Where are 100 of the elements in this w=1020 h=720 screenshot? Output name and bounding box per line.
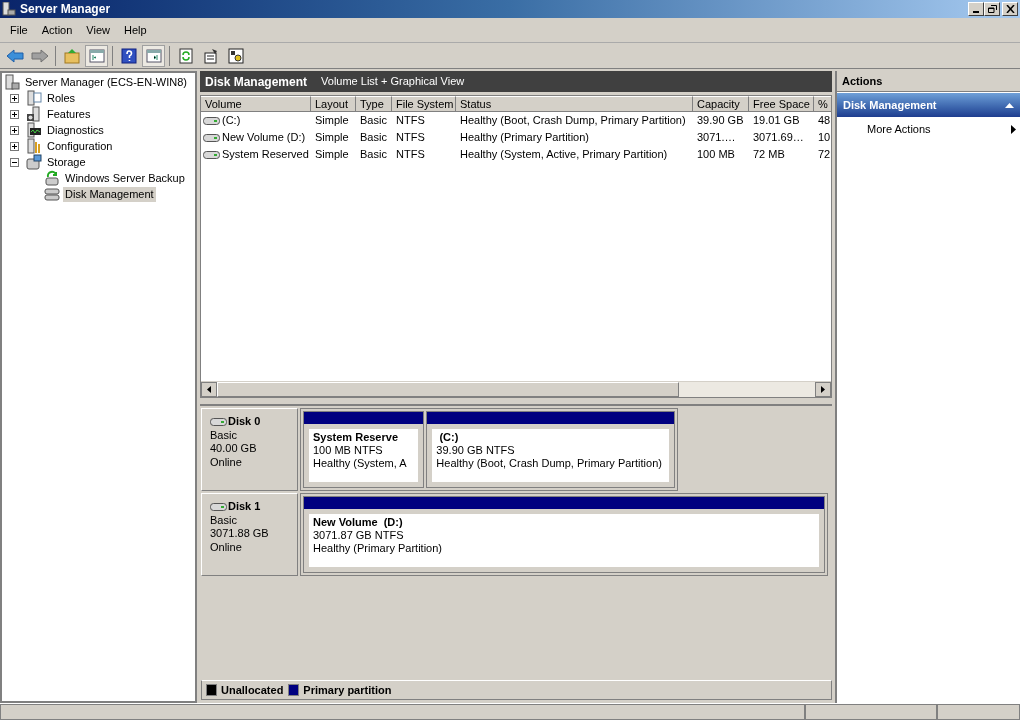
disk-size: 40.00 GB (210, 442, 258, 456)
menu-item[interactable]: Action (34, 21, 80, 39)
table-cell-text: System Reserved (222, 147, 309, 163)
drive-icon (203, 116, 220, 125)
close-button[interactable] (1002, 2, 1018, 16)
table-cell-text: NTFS (396, 130, 425, 146)
actions-title: Actions (837, 71, 1020, 92)
partition-name: System Reserve (313, 431, 399, 444)
close-icon (1005, 5, 1015, 13)
tree-item[interactable]: Windows Server Backup (63, 170, 187, 186)
disk-type: Basic (210, 428, 238, 442)
menu-item[interactable]: File (3, 21, 35, 39)
expand-icon[interactable] (10, 93, 19, 103)
table-cell-text: Healthy (Boot, Crash Dump, Primary Partition) (460, 113, 686, 129)
disk-drive-icon (44, 186, 60, 202)
legend-label: Primary partition (303, 682, 392, 698)
expand-icon[interactable] (10, 141, 19, 151)
column-header[interactable]: Type (356, 96, 392, 112)
window-title: Server Manager (20, 1, 111, 18)
table-cell-text: 3071.… (697, 130, 736, 146)
table-cell-text: 72 MB (753, 147, 785, 163)
app-icon (2, 2, 16, 16)
column-header[interactable]: Layout (311, 96, 356, 112)
menu-item[interactable]: View (79, 21, 117, 39)
pane-title: Disk Management (205, 73, 308, 91)
table-cell-text: 100 MB (697, 147, 735, 163)
column-header[interactable]: Status (456, 96, 693, 112)
restore-button[interactable] (984, 2, 1000, 16)
tree-item[interactable]: Features (45, 106, 93, 122)
show-tree-button[interactable] (85, 44, 108, 67)
partition-name: (C:) (438, 431, 460, 444)
table-cell-text: 10 (818, 130, 831, 146)
table-cell-text: Healthy (System, Active, Primary Partition) (460, 147, 668, 163)
table-cell-text: 48 (818, 113, 831, 129)
menu-item[interactable]: Help (116, 21, 154, 39)
tree-item[interactable]: Diagnostics (45, 122, 106, 138)
table-cell-text: Simple (315, 147, 349, 163)
table-cell-text: Basic (360, 113, 387, 129)
partition[interactable]: (C:) 39.90 GB NTFS Healthy (Boot, Crash Dump, Primary Partition) (426, 411, 675, 488)
server-icon (4, 74, 20, 90)
server-features-icon (26, 106, 42, 122)
table-cell-text: Simple (315, 130, 349, 146)
table-cell-text: Basic (360, 147, 387, 163)
actions-section-header[interactable]: Disk Management (837, 93, 1020, 117)
action-link[interactable]: More Actions (867, 120, 1011, 138)
disk-type: Basic (210, 513, 238, 527)
partition[interactable]: New Volume (D:) 3071.87 GB NTFS Healthy (Primary Partition) (303, 496, 825, 573)
backup-icon (44, 170, 60, 186)
storage-icon (26, 154, 42, 170)
legend-label: Unallocated (221, 682, 284, 698)
scroll-left-icon (207, 386, 211, 393)
partition-size: 100 MB NTFS (313, 444, 384, 457)
table-cell-text: NTFS (396, 147, 425, 163)
table-cell-text: New Volume (D:) (222, 130, 306, 146)
table-cell-text: NTFS (396, 113, 425, 129)
column-header[interactable]: File System (392, 96, 456, 112)
disk-name: Disk 0 (228, 415, 261, 429)
partition-status: Healthy (Boot, Crash Dump, Primary Partition) (436, 457, 663, 470)
tree-item[interactable]: Roles (45, 90, 78, 106)
table-cell-text: Basic (360, 130, 387, 146)
scroll-right-icon (821, 386, 825, 393)
partition[interactable]: System Reserve 100 MB NTFS Healthy (System, A (303, 411, 425, 488)
table-cell-text: 3071.69… (753, 130, 804, 146)
tree-item[interactable]: Server Manager (ECS-EN-WIN8) (23, 74, 189, 90)
table-cell-text: 39.90 GB (697, 113, 744, 129)
drive-icon (210, 502, 227, 511)
diagnostics-icon (26, 122, 42, 138)
drive-icon (203, 133, 220, 142)
configuration-icon (26, 138, 42, 154)
partition-status: Healthy (System, A (313, 457, 408, 470)
disk-status: Online (210, 455, 243, 469)
disk-info[interactable]: Disk 0 Basic 40.00 GB Online (201, 408, 298, 491)
partition-name: New Volume (D:) (313, 516, 404, 529)
server-roles-icon (26, 90, 42, 106)
tree-item[interactable]: Disk Management (63, 186, 156, 202)
expand-icon[interactable] (10, 125, 19, 135)
expand-icon[interactable] (10, 109, 19, 119)
minimize-button[interactable] (968, 2, 984, 16)
partition-size: 3071.87 GB NTFS (313, 529, 405, 542)
column-header[interactable]: Free Space (749, 96, 814, 112)
collapse-icon[interactable] (10, 157, 19, 167)
column-header[interactable]: % (814, 96, 831, 112)
drive-icon (210, 417, 227, 426)
table-cell-text: 72 (818, 147, 831, 163)
disk-size: 3071.88 GB (210, 527, 270, 541)
horizontal-scrollbar[interactable] (201, 381, 831, 397)
partition-size: 39.90 GB NTFS (436, 444, 516, 457)
column-header[interactable]: Volume (201, 96, 311, 112)
partition-status: Healthy (Primary Partition) (313, 542, 443, 555)
restore-icon (987, 5, 997, 13)
table-cell-text: Healthy (Primary Partition) (460, 130, 589, 146)
table-cell-text: Simple (315, 113, 349, 129)
tree-item[interactable]: Configuration (45, 138, 115, 154)
table-cell-text: 19.01 GB (753, 113, 800, 129)
disk-info[interactable]: Disk 1 Basic 3071.88 GB Online (201, 493, 298, 576)
disk-status: Online (210, 540, 243, 554)
view-label: Volume List + Graphical View (321, 74, 465, 90)
column-header[interactable]: Capacity (693, 96, 749, 112)
tree-item[interactable]: Storage (45, 154, 88, 170)
disk-name: Disk 1 (228, 500, 261, 514)
